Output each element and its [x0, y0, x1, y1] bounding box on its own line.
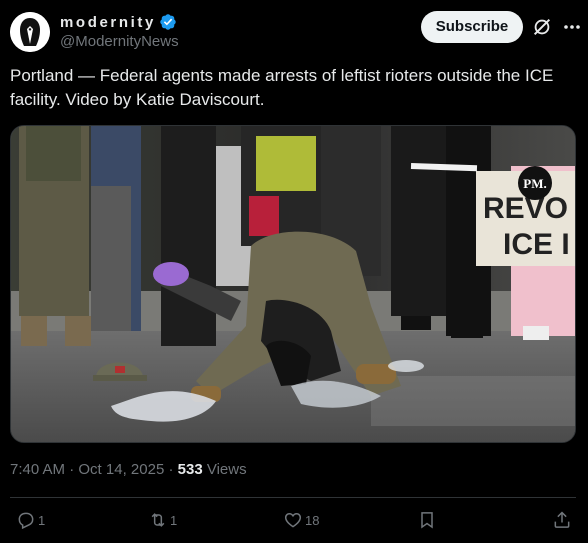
arrest-photo: REVO ICE I PM. — [11, 126, 575, 442]
more-icon[interactable] — [562, 17, 582, 37]
repost-count: 1 — [170, 512, 178, 528]
meta-separator: · — [69, 461, 75, 478]
post-time[interactable]: 7:40 AM — [10, 461, 65, 478]
grok-icon[interactable] — [531, 16, 553, 38]
penguin-suit-avatar-icon — [10, 12, 50, 52]
action-bar: 1 1 18 — [0, 505, 588, 535]
avatar[interactable] — [10, 12, 50, 52]
reply-icon — [18, 512, 34, 530]
repost-icon — [151, 513, 165, 527]
verified-badge-icon — [160, 14, 176, 30]
banner-text-line2: ICE I — [503, 228, 570, 261]
reply-button[interactable]: 1 — [16, 505, 45, 535]
share-icon — [554, 511, 570, 528]
bookmark-icon — [421, 512, 433, 529]
author-display-name[interactable]: modernity — [60, 14, 156, 31]
heart-icon — [284, 512, 302, 528]
pm-watermark: PM. — [523, 176, 546, 191]
bookmark-button[interactable] — [417, 505, 437, 535]
author-handle[interactable]: @ModernityNews — [60, 33, 179, 50]
author-name-row: modernity — [60, 13, 177, 31]
divider — [10, 497, 576, 498]
post-meta: 7:40 AM · Oct 14, 2025 · 533 Views — [10, 461, 247, 478]
reply-count: 1 — [38, 512, 46, 528]
post-media[interactable]: REVO ICE I PM. — [10, 125, 576, 443]
share-button[interactable] — [552, 505, 572, 535]
subscribe-button[interactable]: Subscribe — [421, 11, 523, 43]
post-header: modernity @ModernityNews Subscribe — [10, 10, 580, 54]
post-date[interactable]: Oct 14, 2025 — [78, 461, 164, 478]
like-button[interactable]: 18 — [283, 505, 319, 535]
views-label: Views — [206, 461, 247, 478]
like-count: 18 — [305, 512, 320, 528]
post-text: Portland — Federal agents made arrests o… — [10, 66, 554, 109]
views-count: 533 — [177, 461, 203, 478]
meta-separator: · — [168, 461, 174, 478]
repost-button[interactable]: 1 — [148, 505, 177, 535]
